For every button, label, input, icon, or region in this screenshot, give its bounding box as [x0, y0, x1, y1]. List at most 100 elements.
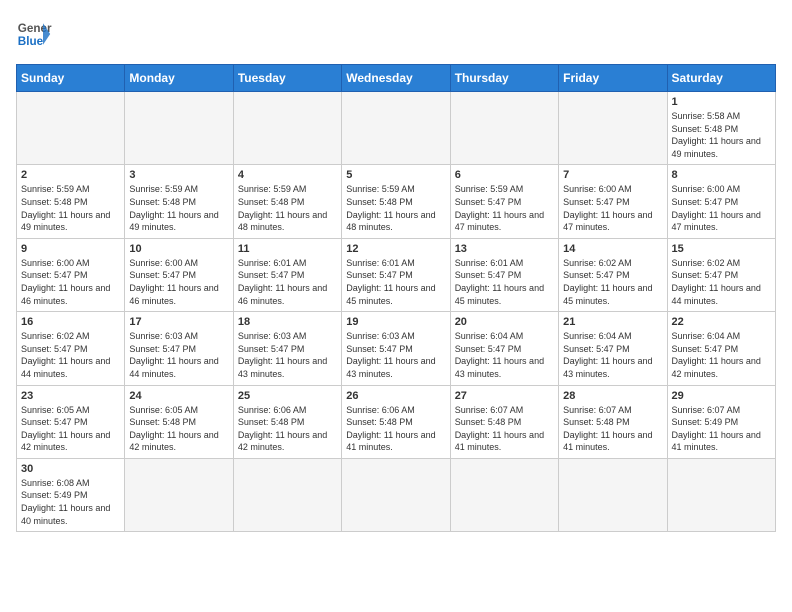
- calendar-day: 23 Sunrise: 6:05 AMSunset: 5:47 PMDayligh…: [17, 385, 125, 458]
- day-number: 4: [238, 169, 337, 181]
- day-number: 18: [238, 316, 337, 328]
- day-info: Sunrise: 6:08 AMSunset: 5:49 PMDaylight:…: [21, 477, 120, 527]
- day-info: Sunrise: 6:01 AMSunset: 5:47 PMDaylight:…: [238, 257, 337, 307]
- day-number: 26: [346, 390, 445, 402]
- calendar-day: 15 Sunrise: 6:02 AMSunset: 5:47 PMDayligh…: [667, 238, 775, 311]
- day-info: Sunrise: 6:04 AMSunset: 5:47 PMDaylight:…: [672, 330, 771, 380]
- calendar-day: 17 Sunrise: 6:03 AMSunset: 5:47 PMDayligh…: [125, 312, 233, 385]
- day-info: Sunrise: 6:07 AMSunset: 5:49 PMDaylight:…: [672, 404, 771, 454]
- day-number: 25: [238, 390, 337, 402]
- day-info: Sunrise: 5:58 AMSunset: 5:48 PMDaylight:…: [672, 110, 771, 160]
- weekday-header-tuesday: Tuesday: [233, 65, 341, 92]
- calendar-day: 30 Sunrise: 6:08 AMSunset: 5:49 PMDayligh…: [17, 458, 125, 531]
- day-number: 23: [21, 390, 120, 402]
- day-number: 10: [129, 243, 228, 255]
- calendar-day: 5 Sunrise: 5:59 AMSunset: 5:48 PMDaylight…: [342, 165, 450, 238]
- calendar-day: 8 Sunrise: 6:00 AMSunset: 5:47 PMDaylight…: [667, 165, 775, 238]
- day-info: Sunrise: 6:00 AMSunset: 5:47 PMDaylight:…: [21, 257, 120, 307]
- day-number: 17: [129, 316, 228, 328]
- day-info: Sunrise: 5:59 AMSunset: 5:48 PMDaylight:…: [346, 183, 445, 233]
- weekday-header-saturday: Saturday: [667, 65, 775, 92]
- day-number: 11: [238, 243, 337, 255]
- weekday-header-thursday: Thursday: [450, 65, 558, 92]
- calendar-day: 29 Sunrise: 6:07 AMSunset: 5:49 PMDayligh…: [667, 385, 775, 458]
- day-number: 27: [455, 390, 554, 402]
- calendar-day: 12 Sunrise: 6:01 AMSunset: 5:47 PMDayligh…: [342, 238, 450, 311]
- calendar-day: 6Sunrise: 5:59 AMSunset: 5:47 PMDaylight…: [450, 165, 558, 238]
- day-info: Sunrise: 6:00 AMSunset: 5:47 PMDaylight:…: [129, 257, 228, 307]
- day-number: 2: [21, 169, 120, 181]
- weekday-header-sunday: Sunday: [17, 65, 125, 92]
- calendar-day: [667, 458, 775, 531]
- weekday-header-wednesday: Wednesday: [342, 65, 450, 92]
- calendar-day: [559, 92, 667, 165]
- calendar-day: 18 Sunrise: 6:03 AMSunset: 5:47 PMDayligh…: [233, 312, 341, 385]
- calendar-day: 19 Sunrise: 6:03 AMSunset: 5:47 PMDayligh…: [342, 312, 450, 385]
- calendar-day: 4 Sunrise: 5:59 AMSunset: 5:48 PMDaylight…: [233, 165, 341, 238]
- weekday-header-friday: Friday: [559, 65, 667, 92]
- day-info: Sunrise: 6:05 AMSunset: 5:47 PMDaylight:…: [21, 404, 120, 454]
- day-number: 9: [21, 243, 120, 255]
- calendar-day: 10 Sunrise: 6:00 AMSunset: 5:47 PMDayligh…: [125, 238, 233, 311]
- day-info: Sunrise: 6:02 AMSunset: 5:47 PMDaylight:…: [563, 257, 662, 307]
- day-number: 13: [455, 243, 554, 255]
- day-info: Sunrise: 6:00 AMSunset: 5:47 PMDaylight:…: [563, 183, 662, 233]
- day-number: 3: [129, 169, 228, 181]
- day-number: 22: [672, 316, 771, 328]
- calendar-day: 22 Sunrise: 6:04 AMSunset: 5:47 PMDayligh…: [667, 312, 775, 385]
- day-info: Sunrise: 6:02 AMSunset: 5:47 PMDaylight:…: [21, 330, 120, 380]
- day-info: Sunrise: 6:00 AMSunset: 5:47 PMDaylight:…: [672, 183, 771, 233]
- day-info: Sunrise: 6:03 AMSunset: 5:47 PMDaylight:…: [346, 330, 445, 380]
- day-info: Sunrise: 5:59 AMSunset: 5:48 PMDaylight:…: [238, 183, 337, 233]
- day-info: Sunrise: 6:04 AMSunset: 5:47 PMDaylight:…: [563, 330, 662, 380]
- day-info: Sunrise: 5:59 AMSunset: 5:48 PMDaylight:…: [129, 183, 228, 233]
- day-info: Sunrise: 6:06 AMSunset: 5:48 PMDaylight:…: [238, 404, 337, 454]
- day-number: 5: [346, 169, 445, 181]
- calendar-day: 9 Sunrise: 6:00 AMSunset: 5:47 PMDaylight…: [17, 238, 125, 311]
- day-number: 19: [346, 316, 445, 328]
- calendar-day: 14Sunrise: 6:02 AMSunset: 5:47 PMDayligh…: [559, 238, 667, 311]
- calendar-day: [342, 458, 450, 531]
- logo-icon: General Blue: [16, 16, 52, 52]
- day-number: 29: [672, 390, 771, 402]
- day-info: Sunrise: 6:03 AMSunset: 5:47 PMDaylight:…: [129, 330, 228, 380]
- calendar-week-row: 2 Sunrise: 5:59 AMSunset: 5:48 PMDaylight…: [17, 165, 776, 238]
- svg-text:Blue: Blue: [18, 35, 44, 48]
- weekday-header-row: SundayMondayTuesdayWednesdayThursdayFrid…: [17, 65, 776, 92]
- calendar-day: 1 Sunrise: 5:58 AMSunset: 5:48 PMDaylight…: [667, 92, 775, 165]
- day-info: Sunrise: 6:02 AMSunset: 5:47 PMDaylight:…: [672, 257, 771, 307]
- day-number: 30: [21, 463, 120, 475]
- calendar-day: [125, 92, 233, 165]
- calendar-day: 26Sunrise: 6:06 AMSunset: 5:48 PMDayligh…: [342, 385, 450, 458]
- day-info: Sunrise: 5:59 AMSunset: 5:48 PMDaylight:…: [21, 183, 120, 233]
- calendar-day: 24Sunrise: 6:05 AMSunset: 5:48 PMDayligh…: [125, 385, 233, 458]
- day-number: 20: [455, 316, 554, 328]
- day-info: Sunrise: 5:59 AMSunset: 5:47 PMDaylight:…: [455, 183, 554, 233]
- day-info: Sunrise: 6:07 AMSunset: 5:48 PMDaylight:…: [563, 404, 662, 454]
- day-number: 1: [672, 96, 771, 108]
- calendar-day: 2 Sunrise: 5:59 AMSunset: 5:48 PMDaylight…: [17, 165, 125, 238]
- calendar-day: 3 Sunrise: 5:59 AMSunset: 5:48 PMDaylight…: [125, 165, 233, 238]
- day-info: Sunrise: 6:01 AMSunset: 5:47 PMDaylight:…: [346, 257, 445, 307]
- calendar-table: SundayMondayTuesdayWednesdayThursdayFrid…: [16, 64, 776, 532]
- calendar-week-row: 30 Sunrise: 6:08 AMSunset: 5:49 PMDayligh…: [17, 458, 776, 531]
- day-info: Sunrise: 6:07 AMSunset: 5:48 PMDaylight:…: [455, 404, 554, 454]
- calendar-day: [17, 92, 125, 165]
- day-number: 8: [672, 169, 771, 181]
- day-number: 16: [21, 316, 120, 328]
- page-header: General Blue: [16, 16, 776, 52]
- day-number: 15: [672, 243, 771, 255]
- day-info: Sunrise: 6:03 AMSunset: 5:47 PMDaylight:…: [238, 330, 337, 380]
- calendar-day: [342, 92, 450, 165]
- day-number: 24: [129, 390, 228, 402]
- calendar-day: 16 Sunrise: 6:02 AMSunset: 5:47 PMDayligh…: [17, 312, 125, 385]
- calendar-day: [125, 458, 233, 531]
- calendar-day: [233, 92, 341, 165]
- calendar-week-row: 16 Sunrise: 6:02 AMSunset: 5:47 PMDayligh…: [17, 312, 776, 385]
- day-number: 12: [346, 243, 445, 255]
- calendar-day: 20 Sunrise: 6:04 AMSunset: 5:47 PMDayligh…: [450, 312, 558, 385]
- day-info: Sunrise: 6:04 AMSunset: 5:47 PMDaylight:…: [455, 330, 554, 380]
- weekday-header-monday: Monday: [125, 65, 233, 92]
- calendar-day: 7Sunrise: 6:00 AMSunset: 5:47 PMDaylight…: [559, 165, 667, 238]
- calendar-day: 25 Sunrise: 6:06 AMSunset: 5:48 PMDayligh…: [233, 385, 341, 458]
